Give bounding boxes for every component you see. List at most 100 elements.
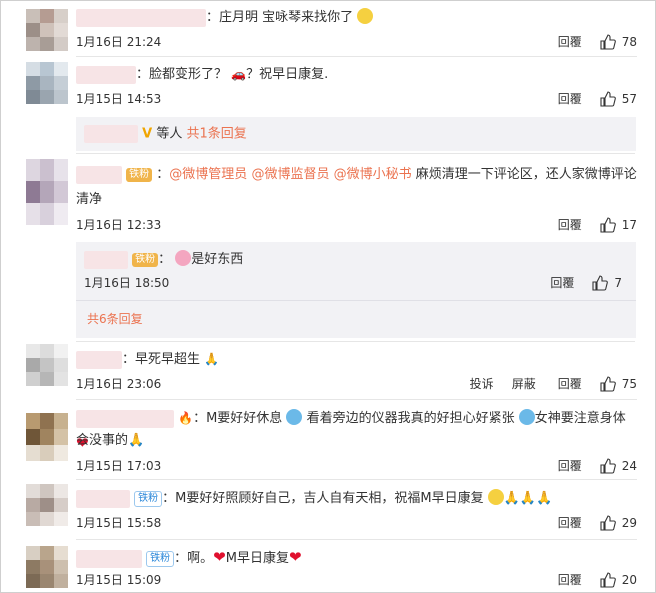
- sub-reply-box: 铁粉： 是好东西 1月16日 18:50 回覆 7 共6条回复: [76, 242, 636, 338]
- worried-emoji-icon: [518, 409, 535, 425]
- comment-6: 铁粉 ：M要好好照顾好自己，吉人自有天相，祝福M早日康复 🙏🙏🙏 1月15日 15…: [1, 480, 656, 540]
- heart-icon: ❤: [213, 548, 226, 566]
- like-button[interactable]: 7: [592, 273, 622, 293]
- like-button[interactable]: 75: [600, 374, 637, 394]
- comment-body: ：脸都变形了？: [136, 67, 228, 82]
- heart-icon: ❤: [288, 548, 302, 566]
- comment-body-b: 看着旁边的仪器我真的好担心好紧张: [302, 411, 515, 426]
- collapsed-replies[interactable]: V 等人 共1条回复: [76, 117, 636, 151]
- mention-link[interactable]: @微博监督员: [251, 167, 329, 182]
- like-button[interactable]: 20: [600, 570, 637, 590]
- like-count: 17: [621, 218, 637, 232]
- comment-body: 麻烦清理一下评论区，还人家微博评论: [411, 167, 637, 182]
- thumbs-up-icon: [600, 458, 616, 474]
- reply-button[interactable]: 回覆: [558, 32, 582, 52]
- comment-body-2: ？祝早日康复.: [246, 67, 329, 82]
- mention-link[interactable]: @微博管理员: [169, 167, 247, 182]
- report-button[interactable]: 投诉: [470, 374, 494, 394]
- comment-7: 铁粉 ：啊。❤M早日康复❤ 1月15日 15:09 回覆 20: [1, 540, 656, 593]
- fan-badge: 铁粉: [134, 490, 163, 507]
- fan-icon: 🔥: [178, 411, 194, 425]
- reply-button[interactable]: 回覆: [558, 374, 582, 394]
- comment-meta: 1月15日 17:03 回覆 24: [76, 456, 637, 476]
- like-button[interactable]: 17: [600, 215, 637, 235]
- more-replies-link[interactable]: 共6条回复: [87, 310, 143, 328]
- timestamp: 1月15日 15:09: [76, 573, 162, 587]
- sub-reply-text: 铁粉： 是好东西: [84, 250, 243, 270]
- reply-button[interactable]: 回覆: [558, 215, 582, 235]
- avatar[interactable]: [26, 159, 68, 225]
- pray-icon: 🙏: [204, 352, 220, 366]
- comment-body: ：M要好好照顾好自己，吉人自有天相，祝福M早日康复: [162, 491, 484, 506]
- like-button[interactable]: 29: [600, 513, 637, 533]
- like-button[interactable]: 57: [600, 89, 637, 109]
- username[interactable]: [76, 8, 206, 27]
- brain-emoji-icon: [175, 250, 192, 266]
- comment-text-2: 会没事的🙏: [76, 429, 637, 453]
- username[interactable]: [76, 350, 122, 369]
- sub-actions: 回覆 7: [536, 273, 622, 293]
- fan-badge: 铁粉: [146, 550, 175, 567]
- sub-reply-body: 是好东西: [191, 252, 244, 267]
- avatar[interactable]: [26, 413, 68, 461]
- divider: [76, 300, 636, 301]
- smile-emoji-icon: [487, 489, 504, 505]
- comment-meta: 1月16日 21:24 回覆 78: [76, 32, 637, 52]
- like-button[interactable]: 78: [600, 32, 637, 52]
- reply-button[interactable]: 回覆: [558, 570, 582, 590]
- like-count: 78: [621, 35, 637, 49]
- v-badge-icon: V: [142, 126, 153, 142]
- comment-text: ：早死早超生 🙏: [76, 347, 637, 372]
- mention-link[interactable]: @微博小秘书: [334, 167, 412, 182]
- comment-text: ：庄月明 宝咏琴来找你了: [76, 6, 637, 30]
- colon: ：: [156, 167, 170, 182]
- comment-body: ：庄月明 宝咏琴来找你了: [206, 10, 354, 25]
- timestamp: 1月15日 17:03: [76, 459, 162, 473]
- username[interactable]: [84, 250, 128, 269]
- reply-button[interactable]: 回覆: [558, 89, 582, 109]
- username[interactable]: [76, 489, 130, 508]
- thumbs-up-icon: [600, 376, 616, 392]
- car-emoji-icon: 🚗: [231, 67, 247, 81]
- like-button[interactable]: 24: [600, 456, 637, 476]
- timestamp: 1月15日 15:58: [76, 516, 162, 530]
- thumbs-up-icon: [600, 91, 616, 107]
- thumbs-up-icon: [600, 34, 616, 50]
- avatar[interactable]: [26, 344, 68, 386]
- more-replies-link[interactable]: 共1条回复: [187, 127, 247, 142]
- fan-badge: 铁粉: [132, 252, 159, 267]
- block-button[interactable]: 屏蔽: [512, 374, 536, 394]
- avatar[interactable]: [26, 546, 68, 588]
- comment-4: ：早死早超生 🙏 1月16日 23:06 投诉 屏蔽 回覆 75: [1, 342, 656, 400]
- comment-text: 铁粉 ：M要好好照顾好自己，吉人自有天相，祝福M早日康复 🙏🙏🙏: [76, 487, 637, 511]
- reply-button[interactable]: 回覆: [558, 456, 582, 476]
- thumbs-up-icon: [600, 217, 616, 233]
- like-count: 75: [621, 377, 637, 391]
- username[interactable]: [76, 409, 174, 428]
- comment-body-c: 女神要注意身体: [534, 411, 626, 426]
- comment-meta: 1月16日 12:33 回覆 17: [76, 215, 637, 235]
- thumbs-up-icon: [600, 572, 616, 588]
- reply-button[interactable]: 回覆: [558, 513, 582, 533]
- comment-body: ：啊。: [174, 551, 214, 566]
- comment-meta: 1月16日 23:06 投诉 屏蔽 回覆 75: [76, 374, 637, 394]
- thumbs-up-icon: [600, 515, 616, 531]
- comment-body-b: M早日康复: [225, 551, 289, 566]
- comment-body-2: 会没事的: [76, 433, 129, 448]
- username[interactable]: [76, 165, 122, 184]
- comment-text: ：脸都变形了？ 🚗？祝早日康复.: [76, 62, 637, 87]
- comment-5: 🔥：M要好好休息 看着旁边的仪器我真的好担心好紧张 女神要注意身体❤ 会没事的🙏…: [1, 400, 656, 480]
- comment-text: 铁粉 ：啊。❤M早日康复❤: [76, 545, 637, 571]
- avatar[interactable]: [26, 62, 68, 104]
- username[interactable]: [76, 65, 136, 84]
- comment-list: ：庄月明 宝咏琴来找你了 1月16日 21:24 回覆 78 ：脸都变形了？ 🚗…: [0, 0, 656, 593]
- username[interactable]: [76, 549, 142, 568]
- pray-icon: 🙏🙏🙏: [503, 491, 553, 506]
- smile-emoji-icon: [357, 8, 374, 24]
- fan-badge: 铁粉: [126, 167, 153, 182]
- like-count: 20: [621, 573, 637, 587]
- reply-button[interactable]: 回覆: [550, 273, 574, 293]
- username[interactable]: [84, 125, 138, 143]
- avatar[interactable]: [26, 9, 68, 51]
- avatar[interactable]: [26, 484, 68, 526]
